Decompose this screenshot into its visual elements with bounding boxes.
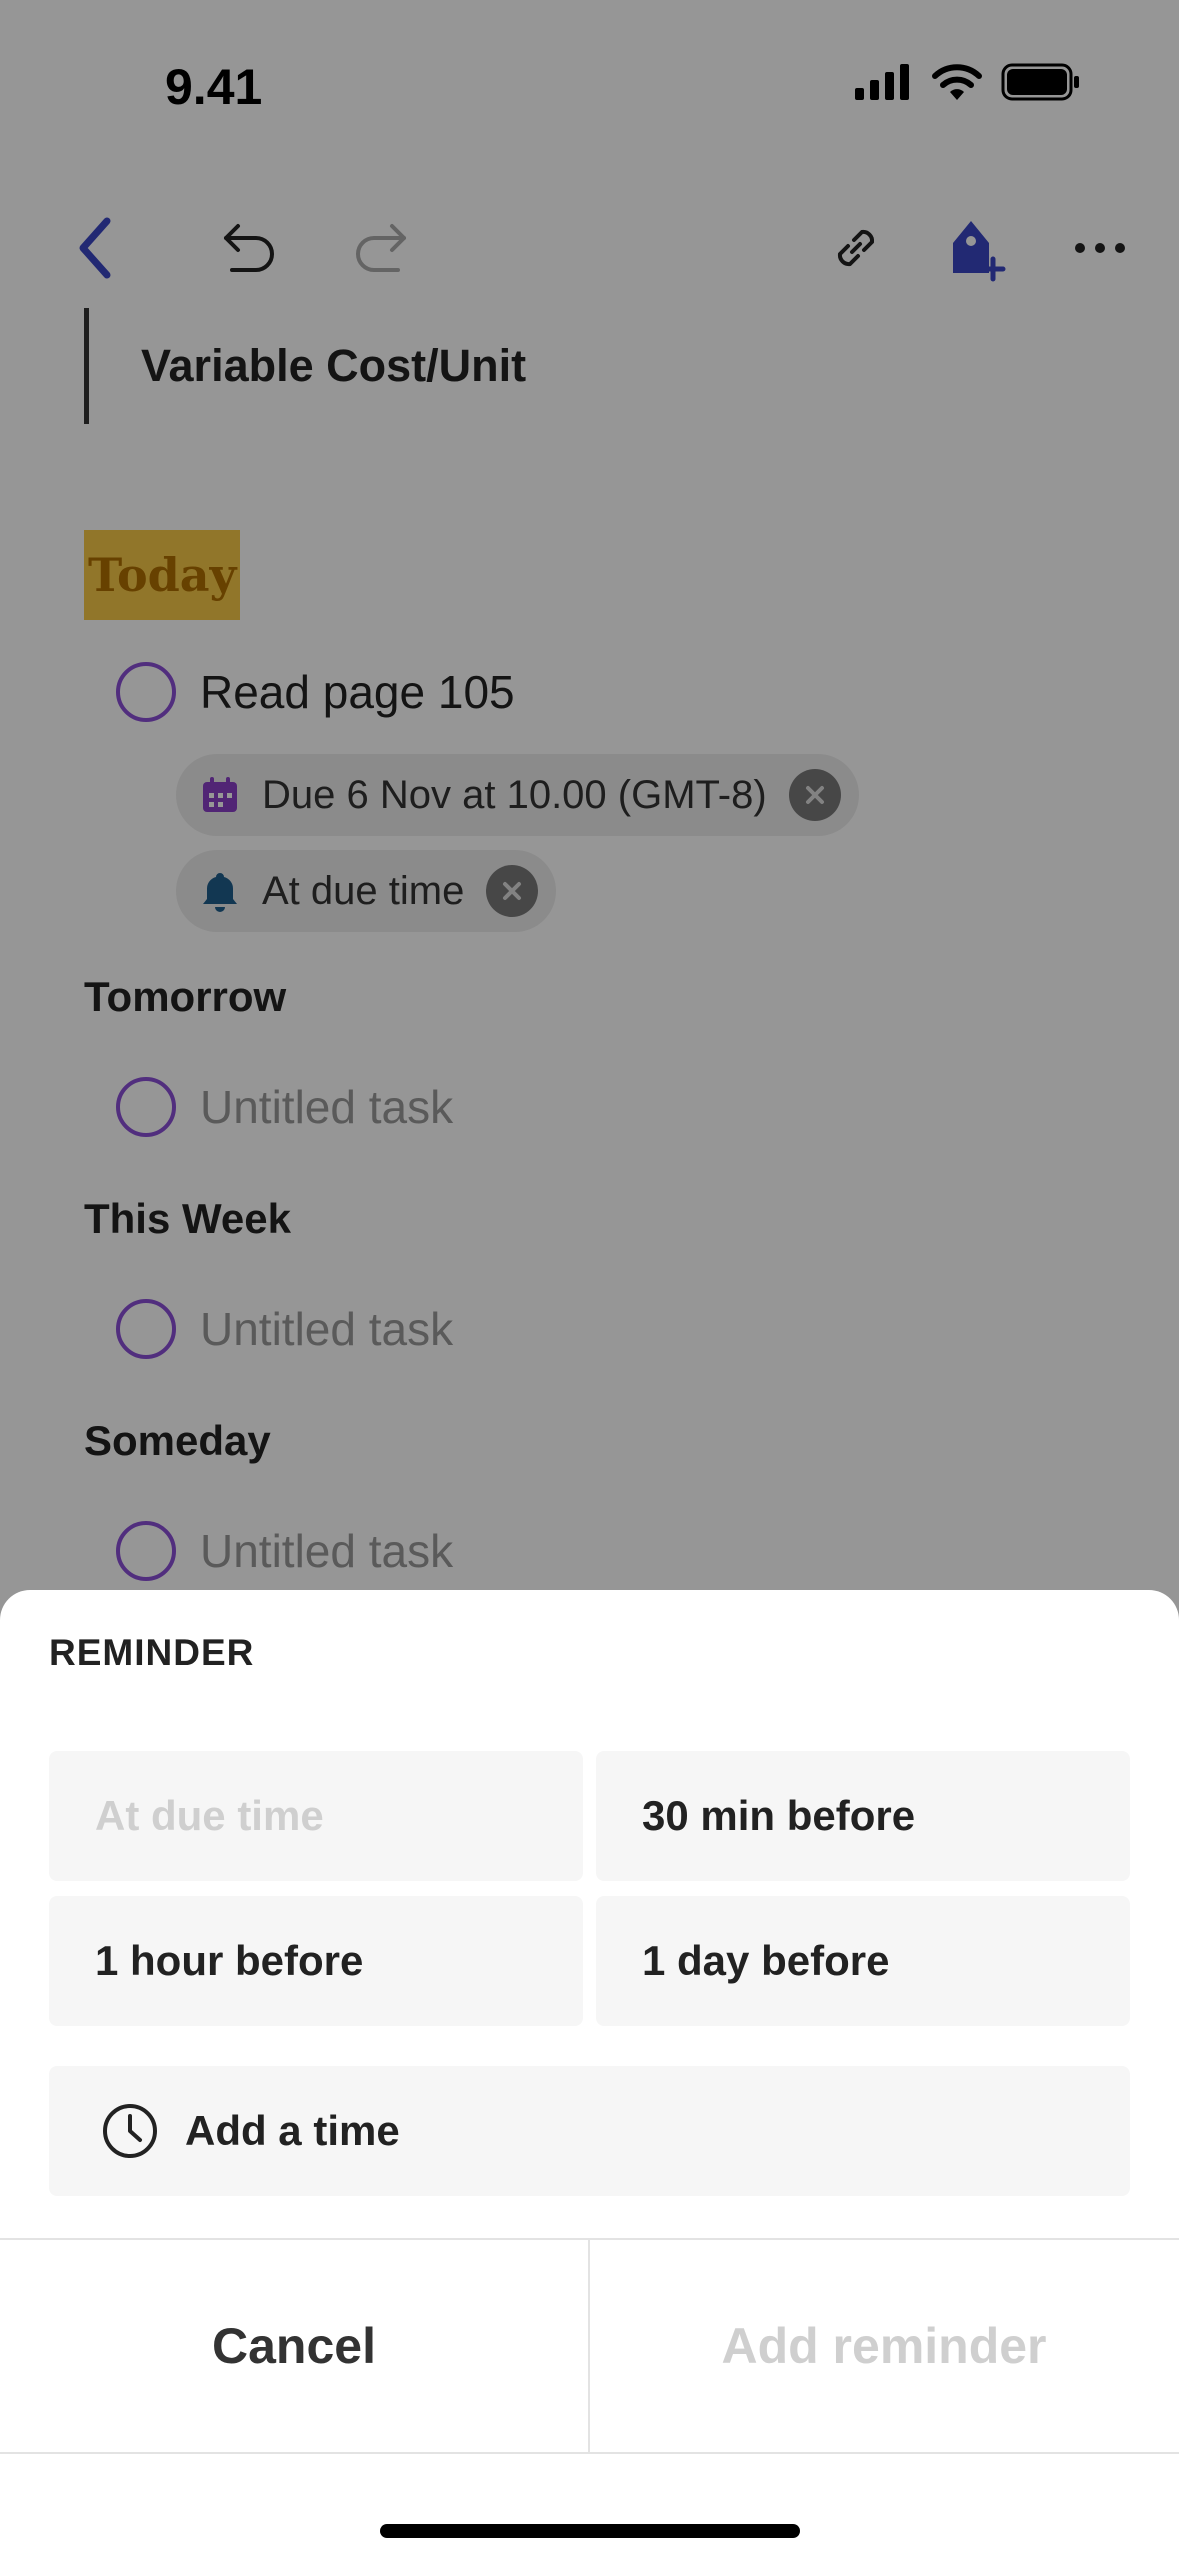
reminder-sheet: REMINDER At due time 30 min before 1 hou… (0, 1590, 1179, 2556)
add-reminder-button[interactable]: Add reminder (590, 2240, 1178, 2452)
divider (0, 2452, 1179, 2454)
option-30-min-before[interactable]: 30 min before (596, 1751, 1130, 1881)
clock-icon (101, 2102, 159, 2160)
sheet-title: REMINDER (49, 1632, 255, 1673)
cancel-button[interactable]: Cancel (0, 2240, 588, 2452)
option-1-day-before[interactable]: 1 day before (596, 1896, 1130, 2026)
home-indicator (380, 2524, 800, 2538)
option-1-hour-before[interactable]: 1 hour before (49, 1896, 583, 2026)
add-time-label: Add a time (185, 2107, 400, 2154)
add-time-button[interactable]: Add a time (49, 2066, 1130, 2196)
option-at-due-time[interactable]: At due time (49, 1751, 583, 1881)
